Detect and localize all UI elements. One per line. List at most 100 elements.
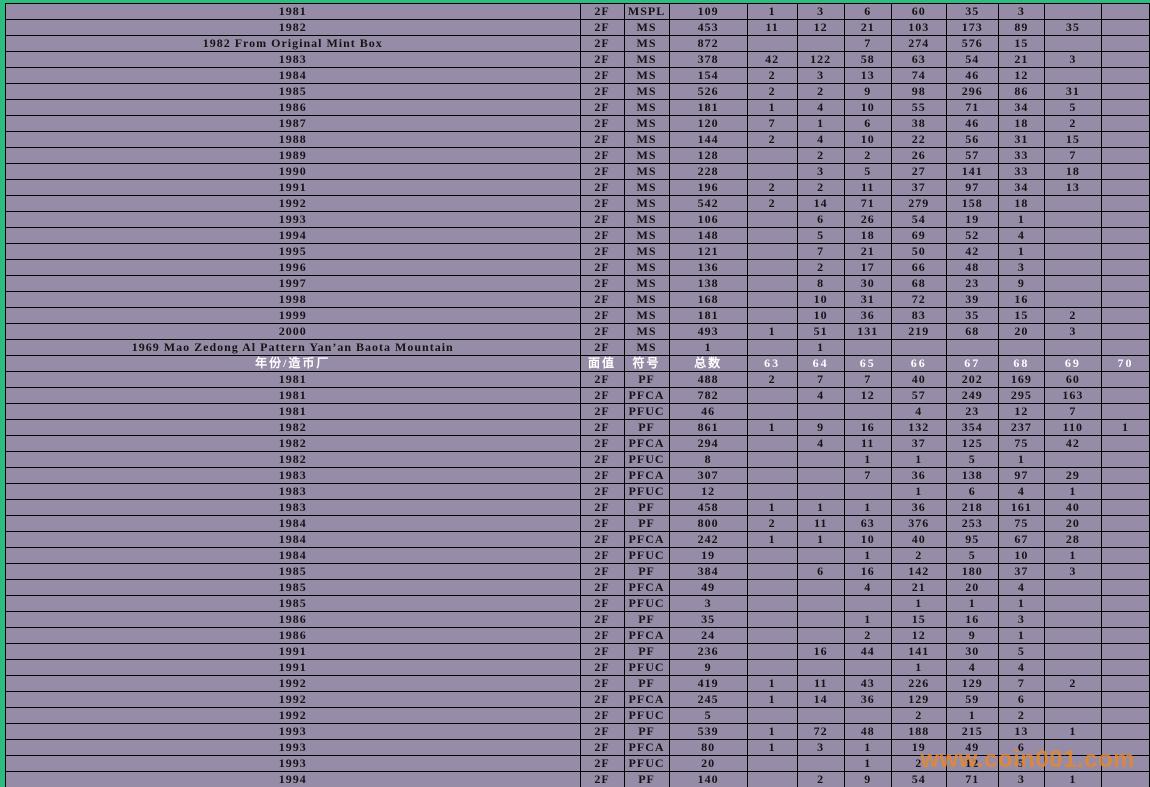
grade-cell[interactable] xyxy=(844,708,891,724)
grade-cell[interactable]: 15 xyxy=(891,612,946,628)
denomination-cell[interactable]: 2F xyxy=(580,772,624,787)
grade-cell[interactable]: 274 xyxy=(891,36,946,52)
total-cell[interactable]: 228 xyxy=(669,164,747,180)
grade-cell[interactable] xyxy=(1044,68,1101,84)
grade-cell[interactable]: 31 xyxy=(998,132,1044,148)
total-cell[interactable]: 526 xyxy=(669,84,747,100)
grade-cell[interactable]: 21 xyxy=(891,580,946,596)
year-mint-cell[interactable]: 1982 xyxy=(6,436,581,452)
grade-cell[interactable]: 36 xyxy=(891,500,946,516)
year-mint-cell[interactable]: 1985 xyxy=(6,596,581,612)
grade-cell[interactable]: 169 xyxy=(998,372,1044,388)
grade-cell[interactable] xyxy=(1101,628,1149,644)
grade-cell[interactable]: 296 xyxy=(946,84,998,100)
grade-cell[interactable]: 188 xyxy=(891,724,946,740)
grade-cell[interactable] xyxy=(1101,164,1149,180)
grade-cell[interactable] xyxy=(1044,212,1101,228)
grade-cell[interactable] xyxy=(1044,692,1101,708)
total-cell[interactable]: 1 xyxy=(669,340,747,356)
year-mint-cell[interactable]: 1984 xyxy=(6,532,581,548)
grade-cell[interactable] xyxy=(1044,628,1101,644)
grade-cell[interactable]: 103 xyxy=(891,20,946,36)
year-mint-cell[interactable]: 1998 xyxy=(6,292,581,308)
grade-cell[interactable]: 40 xyxy=(891,372,946,388)
designation-cell[interactable]: PFCA xyxy=(624,532,669,548)
grade-cell[interactable]: 36 xyxy=(844,308,891,324)
grade-cell[interactable]: 46 xyxy=(946,116,998,132)
grade-cell[interactable]: 98 xyxy=(891,84,946,100)
grade-cell[interactable]: 4 xyxy=(998,228,1044,244)
denomination-cell[interactable]: 2F xyxy=(580,724,624,740)
grade-cell[interactable]: 253 xyxy=(946,516,998,532)
grade-cell[interactable]: 12 xyxy=(946,756,998,772)
grade-cell[interactable] xyxy=(747,36,797,52)
grade-cell[interactable]: 49 xyxy=(946,740,998,756)
year-mint-cell[interactable]: 1981 xyxy=(6,404,581,420)
year-mint-cell[interactable]: 1985 xyxy=(6,564,581,580)
grade-cell[interactable]: 60 xyxy=(1044,372,1101,388)
grade-cell[interactable] xyxy=(1101,740,1149,756)
denomination-cell[interactable]: 2F xyxy=(580,308,624,324)
grade-cell[interactable]: 75 xyxy=(998,436,1044,452)
grade-cell[interactable]: 31 xyxy=(844,292,891,308)
grade-cell[interactable] xyxy=(747,484,797,500)
denomination-cell[interactable]: 2F xyxy=(580,116,624,132)
grade-cell[interactable] xyxy=(747,660,797,676)
grade-cell[interactable] xyxy=(797,452,844,468)
grade-cell[interactable] xyxy=(998,340,1044,356)
grade-cell[interactable]: 219 xyxy=(891,324,946,340)
grade-cell[interactable] xyxy=(747,612,797,628)
total-cell[interactable]: 384 xyxy=(669,564,747,580)
grade-cell[interactable]: 1 xyxy=(844,500,891,516)
year-mint-cell[interactable]: 1992 xyxy=(6,692,581,708)
grade-cell[interactable]: 4 xyxy=(998,580,1044,596)
grade-cell[interactable]: 13 xyxy=(1044,180,1101,196)
grade-cell[interactable]: 36 xyxy=(844,692,891,708)
grade-cell[interactable] xyxy=(747,452,797,468)
denomination-cell[interactable]: 2F xyxy=(580,228,624,244)
grade-cell[interactable]: 7 xyxy=(797,372,844,388)
grade-cell[interactable]: 1 xyxy=(998,244,1044,260)
grade-cell[interactable]: 15 xyxy=(998,308,1044,324)
grade-cell[interactable]: 6 xyxy=(844,116,891,132)
grade-cell[interactable]: 42 xyxy=(747,52,797,68)
denomination-cell[interactable]: 2F xyxy=(580,324,624,340)
grade-cell[interactable]: 1 xyxy=(747,100,797,116)
grade-cell[interactable]: 3 xyxy=(797,68,844,84)
total-cell[interactable]: 800 xyxy=(669,516,747,532)
denomination-cell[interactable]: 2F xyxy=(580,164,624,180)
grade-cell[interactable] xyxy=(1101,676,1149,692)
total-cell[interactable]: 128 xyxy=(669,148,747,164)
grade-cell[interactable]: 35 xyxy=(946,308,998,324)
grade-cell[interactable]: 71 xyxy=(844,196,891,212)
grade-cell[interactable] xyxy=(1101,292,1149,308)
grade-cell[interactable]: 2 xyxy=(844,628,891,644)
grade-cell[interactable]: 2 xyxy=(891,548,946,564)
year-mint-cell[interactable]: 1989 xyxy=(6,148,581,164)
total-cell[interactable]: 144 xyxy=(669,132,747,148)
grade-cell[interactable]: 1 xyxy=(747,676,797,692)
grade-cell[interactable]: 7 xyxy=(998,676,1044,692)
year-mint-cell[interactable]: 1996 xyxy=(6,260,581,276)
grade-cell[interactable] xyxy=(1101,52,1149,68)
grade-cell[interactable] xyxy=(747,708,797,724)
grade-cell[interactable]: 37 xyxy=(998,564,1044,580)
grade-cell[interactable]: 1 xyxy=(747,324,797,340)
grade-cell[interactable]: 57 xyxy=(946,148,998,164)
grade-cell[interactable]: 48 xyxy=(946,260,998,276)
denomination-cell[interactable]: 2F xyxy=(580,244,624,260)
designation-cell[interactable]: MS xyxy=(624,308,669,324)
grade-cell[interactable]: 16 xyxy=(844,420,891,436)
grade-cell[interactable]: 1 xyxy=(998,628,1044,644)
total-cell[interactable]: 120 xyxy=(669,116,747,132)
grade-cell[interactable]: 83 xyxy=(891,308,946,324)
grade-cell[interactable]: 67 xyxy=(998,532,1044,548)
grade-cell[interactable]: 1 xyxy=(797,116,844,132)
grade-cell[interactable]: 97 xyxy=(998,468,1044,484)
grade-cell[interactable] xyxy=(797,404,844,420)
grade-cell[interactable]: 10 xyxy=(844,532,891,548)
designation-cell[interactable]: MS xyxy=(624,20,669,36)
grade-cell[interactable] xyxy=(1101,340,1149,356)
grade-cell[interactable]: 4 xyxy=(797,388,844,404)
grade-cell[interactable] xyxy=(1101,244,1149,260)
